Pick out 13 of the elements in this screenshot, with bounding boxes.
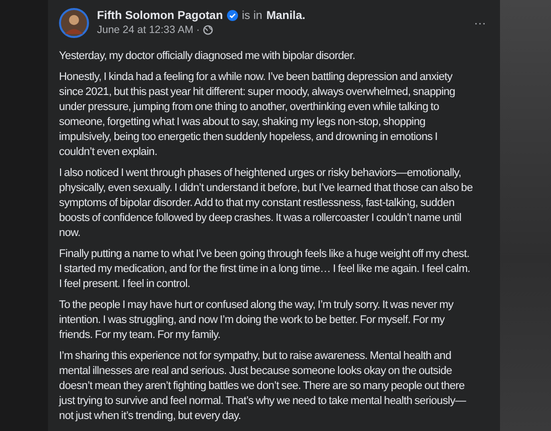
post-paragraph: I also noticed I went through phases of heightened urges or risky behaviors—emotionally, physically, even sexually. I didn’t understand it before, but I’ve learned that those can also be symptoms of bipolar disorder. Add to that my constant restlessness, fast-talking, sudden boosts of confidence followed by deep crashes. It was a rollercoaster I couldn’t name until now. [59,166,473,241]
location-link[interactable]: Manila. [266,10,306,22]
post-paragraph: To the people I may have hurt or confused along the way, I’m truly sorry. It was never my intention. I was struggling, and now I’m doing the work to be better. For myself. For my friends. For my team. For my family. [59,298,454,343]
author-name[interactable]: Fifth Solomon Pagotan [97,10,223,22]
more-options-button[interactable]: ··· [470,16,490,30]
location-prefix: is in [242,10,262,22]
globe-icon [202,24,213,34]
post-paragraph: I’m sharing this experience not for sympathy, but to raise awareness. Mental health and mental illnesses are real and serious. Just because someone looks okay on the outside doesn’t mean they aren’t fighting battles we don’t see. There are so many people out there just trying to survive and feel normal. That’s why we need to take mental health seriously—not just when it’s trending, but every day. [59,349,468,424]
post-paragraph: Honestly, I kinda had a feeling for a while now. I’ve been battling depression and anxiety since 2021, but this past year hit different: super moody, always overwhelmed, snapping under pressure, jumping from one thing to another, overthinking even while talking to someone, forgetting what I was about to say, shaking my legs non-stop, shopping impulsively, being too energetic then suddenly hopeless, and drowning in emotions I couldn’t even explain. [59,70,456,160]
avatar[interactable] [59,8,89,38]
post-paragraph: Finally putting a name to what I’ve been going through feels like a huge weight off my chest. I started my medication, and for the first time in a long time… I feel like me again. I feel calm. I feel present. I feel in control. [59,247,472,292]
post-paragraph: Yesterday, my doctor officially diagnosed me with bipolar disorder. [59,49,356,64]
post-timestamp[interactable]: June 24 at 12:33 AM · [97,24,200,36]
